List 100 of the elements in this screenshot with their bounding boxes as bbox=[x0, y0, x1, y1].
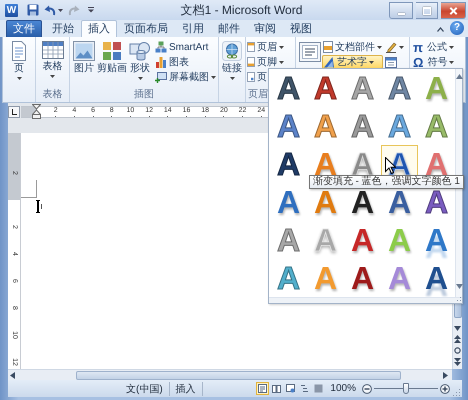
group-label: 表格 bbox=[42, 89, 64, 101]
globe-link-icon bbox=[222, 41, 242, 61]
scroll-up-arrow-icon[interactable] bbox=[456, 74, 462, 79]
caret-icon bbox=[138, 77, 142, 80]
picture-icon bbox=[73, 41, 95, 61]
wordart-style-item[interactable]: A bbox=[418, 259, 455, 297]
wordart-button[interactable]: 艺术字 bbox=[322, 55, 383, 69]
caret-icon bbox=[211, 76, 216, 78]
resize-grip-icon[interactable] bbox=[456, 297, 461, 302]
text-box-button[interactable] bbox=[298, 40, 322, 63]
zoom-out-icon[interactable] bbox=[362, 384, 372, 394]
web-page-icon bbox=[286, 384, 296, 393]
window-title: 文档1 - Microsoft Word bbox=[180, 2, 302, 18]
language-status[interactable]: 文(中国) bbox=[120, 382, 169, 396]
table-icon bbox=[42, 41, 64, 59]
ribbon-tab[interactable]: 插入 bbox=[81, 20, 117, 37]
caret-icon bbox=[279, 46, 284, 48]
scroll-down-arrow-icon[interactable] bbox=[454, 326, 461, 331]
chevron-up-icon[interactable] bbox=[437, 27, 444, 32]
save-icon[interactable] bbox=[27, 4, 39, 16]
wordart-style-item[interactable]: A bbox=[418, 221, 455, 259]
app-icon[interactable]: W bbox=[5, 4, 18, 16]
link-button[interactable]: 链接 bbox=[221, 40, 243, 81]
caret-icon bbox=[399, 46, 404, 48]
caret-icon bbox=[369, 60, 374, 64]
zoom-slider[interactable] bbox=[374, 383, 438, 394]
caret-icon bbox=[50, 75, 55, 78]
shapes-button[interactable]: 形状 bbox=[128, 40, 152, 81]
view-button[interactable] bbox=[256, 382, 270, 395]
file-tab[interactable]: 文件 bbox=[6, 20, 42, 37]
zoom-level[interactable]: 100% bbox=[330, 383, 356, 394]
view-button[interactable] bbox=[284, 382, 298, 395]
diagram-icon bbox=[155, 41, 167, 53]
wordart-style-item[interactable]: A bbox=[344, 259, 381, 297]
maximize-button[interactable] bbox=[416, 2, 438, 18]
symbol-button[interactable]: Ω 符号 bbox=[412, 55, 456, 69]
indent-marker[interactable] bbox=[32, 104, 41, 119]
picture-button[interactable]: 图片 bbox=[72, 40, 96, 76]
tooltip: 渐变填充 - 蓝色，强调文字颜色 1 bbox=[308, 175, 464, 189]
caret-icon bbox=[230, 77, 234, 80]
wordart-icon bbox=[323, 56, 335, 68]
minimize-button[interactable] bbox=[389, 2, 413, 18]
zoom-in-icon[interactable] bbox=[440, 384, 450, 394]
circle-icon[interactable] bbox=[454, 347, 461, 354]
chart-button[interactable]: 图表 bbox=[154, 55, 217, 69]
screenshot-button[interactable]: 屏幕截图 bbox=[154, 70, 217, 84]
margin-corner-mark bbox=[21, 180, 37, 198]
ribbon-tab[interactable]: 视图 bbox=[283, 20, 319, 37]
ribbon-tab[interactable]: 引用 bbox=[175, 20, 211, 37]
quick-parts-button[interactable]: 文档部件 bbox=[322, 40, 383, 54]
wordart-style-item[interactable]: A bbox=[270, 145, 307, 183]
header-button[interactable]: 页眉 bbox=[246, 40, 285, 54]
tab-stop-selector[interactable] bbox=[8, 106, 20, 118]
wordart-style-item[interactable]: A bbox=[270, 107, 307, 145]
scroll-right-arrow-icon[interactable] bbox=[443, 372, 448, 378]
screenshot-icon bbox=[155, 71, 167, 83]
page-number-icon bbox=[247, 71, 255, 83]
smartart-button[interactable]: SmartArt bbox=[154, 40, 217, 54]
pen-icon bbox=[385, 41, 397, 53]
slider-thumb[interactable] bbox=[403, 383, 409, 394]
customize-arrow-icon[interactable] bbox=[88, 7, 94, 13]
group-label: 页眉 bbox=[247, 89, 269, 101]
close-button[interactable] bbox=[441, 2, 466, 18]
page-view-icon bbox=[258, 384, 268, 393]
ribbon-tab[interactable]: 开始 bbox=[45, 20, 81, 37]
wordart-style-item[interactable]: A bbox=[307, 69, 344, 107]
text-cursor-icon bbox=[36, 200, 44, 213]
clip-art-icon bbox=[102, 41, 122, 61]
undo-icon[interactable] bbox=[44, 4, 56, 16]
wordart-style-item[interactable]: A bbox=[344, 221, 381, 259]
wordart-style-item[interactable]: A bbox=[270, 183, 307, 221]
view-button[interactable] bbox=[270, 382, 284, 395]
text-box-icon bbox=[299, 42, 321, 62]
outline-view-icon bbox=[300, 384, 310, 393]
equation-button[interactable]: π 公式 bbox=[412, 40, 456, 54]
double-up-arrow-icon[interactable] bbox=[454, 335, 461, 343]
resize-grip-icon[interactable] bbox=[453, 388, 461, 396]
bar-chart-icon bbox=[155, 56, 167, 68]
page-button[interactable]: 页 bbox=[10, 40, 28, 81]
header-icon bbox=[247, 41, 255, 53]
insert-mode-status[interactable]: 插入 bbox=[168, 382, 203, 396]
ribbon-tab[interactable]: 审阅 bbox=[247, 20, 283, 37]
scroll-left-arrow-icon[interactable] bbox=[10, 372, 15, 378]
caret-icon bbox=[377, 46, 382, 48]
scrollbar-thumb[interactable] bbox=[76, 370, 401, 380]
wordart-style-item[interactable]: A bbox=[381, 69, 418, 107]
clip-art-button[interactable]: 剪贴画 bbox=[96, 40, 128, 76]
signature-line-button[interactable] bbox=[384, 40, 405, 54]
footer-icon bbox=[247, 56, 255, 68]
shapes-icon bbox=[129, 41, 151, 61]
ribbon-tab[interactable]: 页面布局 bbox=[117, 20, 175, 37]
caret-icon bbox=[449, 60, 454, 64]
scroll-down-arrow-icon[interactable] bbox=[456, 284, 462, 289]
caret-icon bbox=[16, 77, 22, 80]
table-button[interactable]: 表格 bbox=[40, 40, 64, 79]
double-down-arrow-icon[interactable] bbox=[454, 358, 461, 366]
open-book-icon bbox=[272, 384, 282, 393]
dropdown-arrow-icon[interactable] bbox=[58, 8, 63, 12]
wordart-style-item[interactable]: A bbox=[270, 69, 307, 107]
ribbon-tab[interactable]: 邮件 bbox=[211, 20, 247, 37]
